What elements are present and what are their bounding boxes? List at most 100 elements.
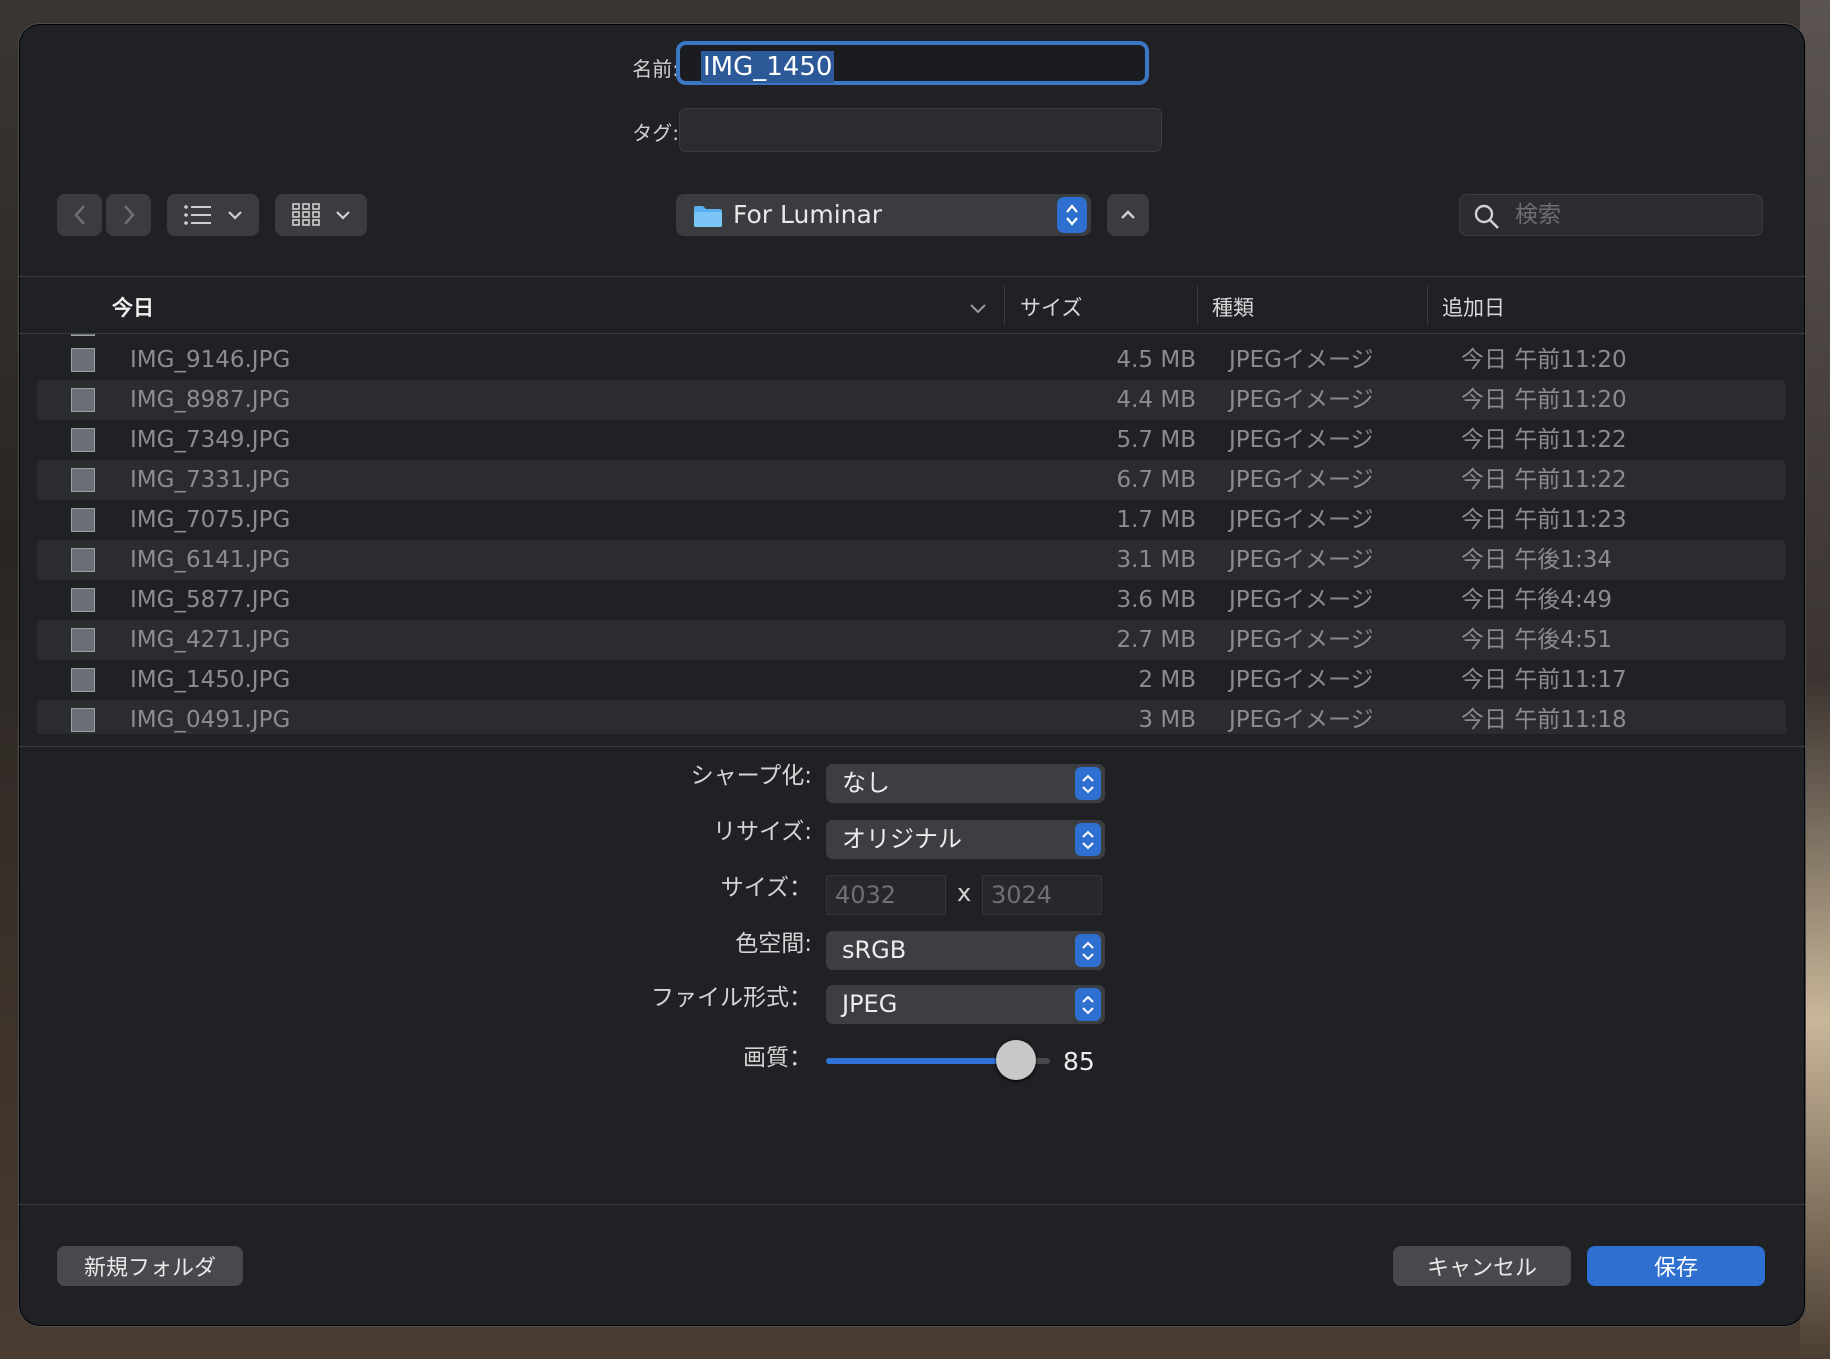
table-row[interactable]: IMG_5877.JPG 3.6 MB JPEGイメージ 今日 午後4:49 (37, 580, 1786, 620)
sharpen-stepper (1075, 767, 1101, 800)
list-icon (184, 205, 211, 225)
quality-slider-knob[interactable] (996, 1040, 1037, 1080)
quality-label: 画質： (743, 1045, 812, 1071)
table-row[interactable]: IMG_0491.JPG 3 MB JPEGイメージ 今日 午前11:18 (37, 700, 1786, 734)
file-name: IMG_4271.JPG (130, 627, 291, 653)
resize-value: オリジナル (842, 825, 962, 853)
column-header: 今日 サイズ 種類 追加日 (19, 278, 1805, 334)
column-separator (1004, 286, 1005, 324)
file-date: 今日 午後4:51 (1461, 627, 1612, 653)
file-date: 今日 午前11:17 (1461, 667, 1627, 693)
height-value: 3024 (991, 881, 1053, 909)
quality-value: 85 (1063, 1047, 1095, 1076)
file-list: IMG_9146.JPG 4.5 MB JPEGイメージ 今日 午前11:20 … (37, 334, 1786, 734)
file-thumbnail (71, 628, 95, 652)
expand-collapse-button[interactable] (1107, 194, 1149, 236)
file-kind: JPEGイメージ (1229, 387, 1374, 413)
folder-icon (694, 206, 722, 227)
file-name: IMG_0491.JPG (130, 707, 291, 733)
file-size: 4.4 MB (1116, 387, 1196, 413)
table-row[interactable]: IMG_9146.JPG 4.5 MB JPEGイメージ 今日 午前11:20 (37, 340, 1786, 380)
new-folder-button[interactable]: 新規フォルダ (57, 1246, 243, 1286)
file-thumbnail (71, 508, 95, 532)
list-view-button[interactable] (167, 194, 259, 236)
size-x-separator: x (957, 879, 972, 907)
table-row[interactable]: IMG_7075.JPG 1.7 MB JPEGイメージ 今日 午前11:23 (37, 500, 1786, 540)
sharpen-popup[interactable]: なし (826, 764, 1105, 803)
file-date: 今日 午前11:18 (1461, 707, 1627, 733)
column-date[interactable]: 追加日 (1442, 292, 1505, 322)
file-name: IMG_5877.JPG (130, 587, 291, 613)
width-field[interactable]: 4032 (826, 875, 946, 915)
sort-chevron-icon[interactable] (969, 302, 987, 314)
width-value: 4032 (835, 881, 897, 909)
table-row[interactable]: IMG_7349.JPG 5.7 MB JPEGイメージ 今日 午前11:22 (37, 420, 1786, 460)
file-thumbnail (71, 334, 95, 336)
table-row[interactable]: IMG_8987.JPG 4.4 MB JPEGイメージ 今日 午前11:20 (37, 380, 1786, 420)
save-button[interactable]: 保存 (1587, 1246, 1765, 1286)
file-size: 1.7 MB (1116, 507, 1196, 533)
chevron-down-icon (228, 211, 242, 220)
table-row[interactable]: IMG_1450.JPG 2 MB JPEGイメージ 今日 午前11:17 (37, 660, 1786, 700)
file-date: 今日 午後4:49 (1461, 587, 1612, 613)
file-name: IMG_8987.JPG (130, 387, 291, 413)
sharpen-value: なし (842, 769, 890, 797)
resize-label: リサイズ: (712, 819, 812, 845)
updown-chevron-icon (1082, 941, 1094, 960)
quality-slider-fill (826, 1058, 1017, 1064)
forward-button[interactable] (106, 194, 151, 236)
folder-popup[interactable]: For Luminar (676, 194, 1091, 236)
colorspace-popup[interactable]: sRGB (826, 931, 1105, 970)
file-date: 今日 午前11:23 (1461, 507, 1627, 533)
chevron-right-icon (123, 205, 135, 225)
format-popup[interactable]: JPEG (826, 985, 1105, 1024)
size-label: サイズ： (720, 875, 812, 901)
file-date: 今日 午前11:20 (1461, 387, 1627, 413)
column-name[interactable]: 今日 (112, 292, 154, 322)
cancel-button[interactable]: キャンセル (1393, 1246, 1571, 1286)
file-kind: JPEGイメージ (1229, 667, 1374, 693)
resize-popup[interactable]: オリジナル (826, 820, 1105, 859)
colorspace-label: 色空間: (735, 931, 812, 957)
file-thumbnail (71, 348, 95, 372)
name-value: IMG_1450 (701, 51, 835, 83)
file-size: 6.7 MB (1116, 467, 1196, 493)
file-thumbnail (71, 428, 95, 452)
updown-chevron-icon (1082, 774, 1094, 793)
height-field[interactable]: 3024 (982, 875, 1102, 915)
resize-stepper (1075, 823, 1101, 856)
format-label: ファイル形式： (651, 985, 812, 1011)
table-row[interactable]: IMG_6141.JPG 3.1 MB JPEGイメージ 今日 午後1:34 (37, 540, 1786, 580)
file-name: IMG_7075.JPG (130, 507, 291, 533)
file-thumbnail (71, 588, 95, 612)
column-size[interactable]: サイズ (1020, 292, 1082, 322)
file-name: IMG_6141.JPG (130, 547, 291, 573)
table-row[interactable]: IMG_7331.JPG 6.7 MB JPEGイメージ 今日 午前11:22 (37, 460, 1786, 500)
file-size: 4.5 MB (1116, 347, 1196, 373)
column-separator (1427, 286, 1428, 324)
toolbar-divider (19, 276, 1805, 277)
column-kind[interactable]: 種類 (1212, 292, 1254, 322)
file-kind: JPEGイメージ (1229, 547, 1374, 573)
file-kind: JPEGイメージ (1229, 427, 1374, 453)
grid-icon (292, 203, 320, 226)
back-button[interactable] (57, 194, 102, 236)
chevron-down-icon (336, 211, 350, 220)
search-field[interactable]: 検索 (1459, 194, 1763, 236)
file-thumbnail (71, 548, 95, 572)
format-stepper (1075, 988, 1101, 1021)
file-date: 今日 午前11:22 (1461, 467, 1627, 493)
file-thumbnail (71, 668, 95, 692)
file-name: IMG_1450.JPG (130, 667, 291, 693)
updown-chevron-icon (1082, 995, 1094, 1014)
table-row[interactable]: IMG_4271.JPG 2.7 MB JPEGイメージ 今日 午後4:51 (37, 620, 1786, 660)
grid-view-button[interactable] (275, 194, 367, 236)
list-divider (19, 746, 1805, 747)
folder-name: For Luminar (733, 200, 883, 229)
tag-field[interactable] (679, 108, 1162, 152)
name-field[interactable]: IMG_1450 (676, 41, 1149, 85)
file-name: IMG_7331.JPG (130, 467, 291, 493)
chevron-left-icon (73, 205, 85, 225)
file-kind: JPEGイメージ (1229, 467, 1374, 493)
updown-chevron-icon (1082, 830, 1094, 849)
